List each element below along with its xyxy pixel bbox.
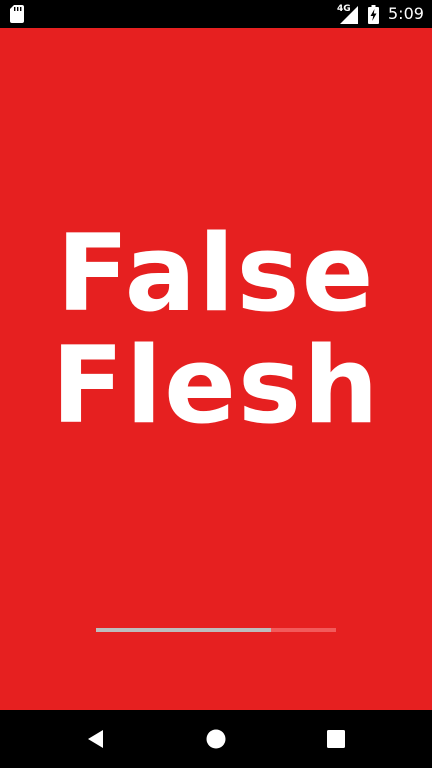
status-clock: 5:09 — [388, 4, 424, 23]
app-title: False Flesh — [0, 218, 432, 442]
status-bar: 4G 5:09 — [0, 0, 432, 28]
splash-screen: False Flesh — [0, 28, 432, 710]
signal-icon — [340, 6, 358, 24]
loading-progress-bar — [96, 628, 336, 632]
sd-card-icon — [10, 5, 24, 23]
home-icon[interactable] — [206, 729, 226, 749]
app-title-line-2: Flesh — [51, 324, 381, 447]
navigation-bar — [0, 710, 432, 768]
loading-progress-fill — [96, 628, 272, 632]
app-title-line-1: False — [56, 212, 376, 335]
recents-icon[interactable] — [326, 729, 346, 749]
back-icon[interactable] — [86, 729, 106, 749]
battery-charging-icon — [368, 5, 379, 24]
